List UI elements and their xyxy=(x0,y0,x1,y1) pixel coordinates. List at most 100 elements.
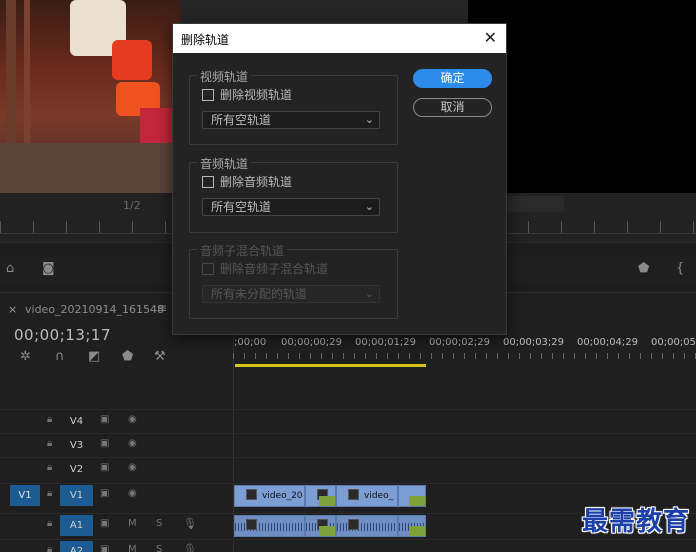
track-a2: 🔒︎ A2 ▣ M S 🎙︎ xyxy=(0,539,696,552)
audio-clip[interactable] xyxy=(398,515,426,537)
time-label: 00;00;01;29 xyxy=(355,337,417,348)
lock-icon[interactable]: 🔒︎ xyxy=(47,544,52,552)
sync-icon[interactable]: ▣ xyxy=(100,544,109,552)
eye-icon[interactable]: ◉ xyxy=(128,438,137,449)
track-name[interactable]: V4 xyxy=(60,411,93,432)
source-preview-image xyxy=(0,0,180,193)
video-tracks-group: 视频轨道 删除视频轨道 所有空轨道 ⌄ xyxy=(189,68,398,145)
page-indicator: 1/2 xyxy=(123,199,141,212)
wrench-icon[interactable]: ⚒ xyxy=(154,349,166,364)
chevron-down-icon: ⌄ xyxy=(364,113,374,126)
video-clip[interactable]: video_ xyxy=(336,485,398,507)
track-v2: 🔒︎ V2 ▣ ◉ xyxy=(0,457,696,480)
delete-submix-tracks-checkbox-row: 删除音频子混合轨道 xyxy=(202,260,328,277)
select-value: 所有空轨道 xyxy=(211,113,272,127)
marker-icon[interactable]: ⬟ xyxy=(638,261,649,276)
camera-icon[interactable]: ◙ xyxy=(42,261,55,276)
group-title: 视频轨道 xyxy=(197,68,252,85)
group-title: 音频子混合轨道 xyxy=(197,242,288,259)
sequence-tab[interactable]: video_20210914_161548 xyxy=(25,303,164,316)
resolution-select[interactable] xyxy=(498,196,564,212)
eye-icon[interactable]: ◉ xyxy=(128,414,137,425)
delete-video-tracks-checkbox[interactable] xyxy=(202,88,214,101)
fx-icon xyxy=(246,519,257,530)
audio-tracks-select[interactable]: 所有空轨道 ⌄ xyxy=(202,198,380,216)
time-label: ;00;00 xyxy=(234,337,267,348)
delete-audio-tracks-checkbox[interactable] xyxy=(202,175,214,188)
select-value: 所有空轨道 xyxy=(211,200,272,214)
video-clip[interactable] xyxy=(305,485,336,507)
audio-clip[interactable] xyxy=(305,515,336,537)
lock-icon[interactable]: 🔒︎ xyxy=(47,414,52,425)
video-tracks-select[interactable]: 所有空轨道 ⌄ xyxy=(202,111,380,129)
sync-icon[interactable]: ▣ xyxy=(100,438,109,449)
audio-clip[interactable] xyxy=(234,515,305,537)
lock-icon[interactable]: 🔒︎ xyxy=(47,488,52,499)
time-label: 00;00;04;29 xyxy=(577,337,639,348)
eye-icon[interactable]: ◉ xyxy=(128,488,137,499)
close-tab-icon[interactable]: × xyxy=(8,303,17,316)
clip-label: video_ xyxy=(364,491,394,501)
lock-icon[interactable]: 🔒︎ xyxy=(47,518,52,529)
nest-icon[interactable]: ✲ xyxy=(20,349,31,364)
chevron-down-icon: ⌄ xyxy=(364,287,374,300)
sync-icon[interactable]: ▣ xyxy=(100,488,109,499)
delete-submix-tracks-checkbox xyxy=(202,262,214,275)
panel-menu-icon[interactable]: ≡ xyxy=(157,301,167,315)
select-value: 所有未分配的轨道 xyxy=(211,287,308,301)
delete-tracks-dialog: 删除轨道 ✕ 视频轨道 删除视频轨道 所有空轨道 ⌄ 音频轨道 删除音频轨道 所… xyxy=(172,23,507,335)
close-icon[interactable]: ✕ xyxy=(484,28,497,47)
lock-icon[interactable]: 🔒︎ xyxy=(47,462,52,473)
time-label: 00;00;05; xyxy=(651,337,696,348)
clip-label: video_20 xyxy=(262,491,303,501)
time-label: 00;00;02;29 xyxy=(429,337,491,348)
eye-icon[interactable]: ◉ xyxy=(128,462,137,473)
submix-tracks-group: 音频子混合轨道 删除音频子混合轨道 所有未分配的轨道 ⌄ xyxy=(189,242,398,319)
sync-icon[interactable]: ▣ xyxy=(100,462,109,473)
fx-icon xyxy=(348,519,359,530)
timecode-display[interactable]: 00;00;13;17 xyxy=(14,326,111,344)
add-marker-icon[interactable]: ⬟ xyxy=(122,349,133,364)
audio-clip[interactable] xyxy=(336,515,398,537)
lock-icon[interactable]: 🔒︎ xyxy=(47,438,52,449)
checkbox-label: 删除音频轨道 xyxy=(220,175,293,189)
submix-tracks-select: 所有未分配的轨道 ⌄ xyxy=(202,285,380,303)
chevron-down-icon: ⌄ xyxy=(364,200,374,213)
source-patch[interactable]: V1 xyxy=(10,485,40,506)
track-v4: 🔒︎ V4 ▣ ◉ xyxy=(0,409,696,432)
dialog-titlebar: 删除轨道 ✕ xyxy=(173,24,506,53)
track-name[interactable]: V1 xyxy=(60,485,93,506)
track-name[interactable]: V3 xyxy=(60,435,93,456)
work-area-bar[interactable] xyxy=(235,364,426,367)
video-clip[interactable] xyxy=(398,485,426,507)
solo-button[interactable]: S xyxy=(156,518,162,529)
track-name[interactable]: A1 xyxy=(60,515,93,536)
checkbox-label: 删除音频子混合轨道 xyxy=(220,262,329,276)
video-clip[interactable]: video_20 xyxy=(234,485,305,507)
mic-icon[interactable]: 🎙︎ xyxy=(183,543,197,552)
track-name[interactable]: A2 xyxy=(60,541,93,552)
group-title: 音频轨道 xyxy=(197,155,252,172)
ok-button[interactable]: 确定 xyxy=(413,69,492,88)
time-label: 00;00;03;29 xyxy=(503,337,565,348)
delete-audio-tracks-checkbox-row[interactable]: 删除音频轨道 xyxy=(202,173,292,190)
time-label: 00;00;00;29 xyxy=(281,337,343,348)
dialog-title: 删除轨道 xyxy=(181,33,230,47)
mute-button[interactable]: M xyxy=(128,518,137,529)
sync-icon[interactable]: ▣ xyxy=(100,414,109,425)
linked-selection-icon[interactable]: ◩ xyxy=(88,349,100,364)
delete-video-tracks-checkbox-row[interactable]: 删除视频轨道 xyxy=(202,86,292,103)
snap-icon[interactable]: ∩ xyxy=(55,349,65,364)
track-v3: 🔒︎ V3 ▣ ◉ xyxy=(0,433,696,456)
mute-button[interactable]: M xyxy=(128,544,137,552)
mic-icon[interactable]: 🎙︎ xyxy=(183,517,197,530)
export-frame-icon[interactable]: ⌂ xyxy=(6,261,14,276)
watermark: 最需教育 xyxy=(581,507,690,537)
sync-icon[interactable]: ▣ xyxy=(100,518,109,529)
track-name[interactable]: V2 xyxy=(60,459,93,480)
bracket-icon[interactable]: { xyxy=(676,261,684,276)
cancel-button[interactable]: 取消 xyxy=(413,98,492,117)
timeline-tools: ✲ ∩ ◩ ⬟ ⚒ xyxy=(0,349,233,369)
time-ruler[interactable]: ;00;00 00;00;00;29 00;00;01;29 00;00;02;… xyxy=(233,337,696,367)
solo-button[interactable]: S xyxy=(156,544,162,552)
